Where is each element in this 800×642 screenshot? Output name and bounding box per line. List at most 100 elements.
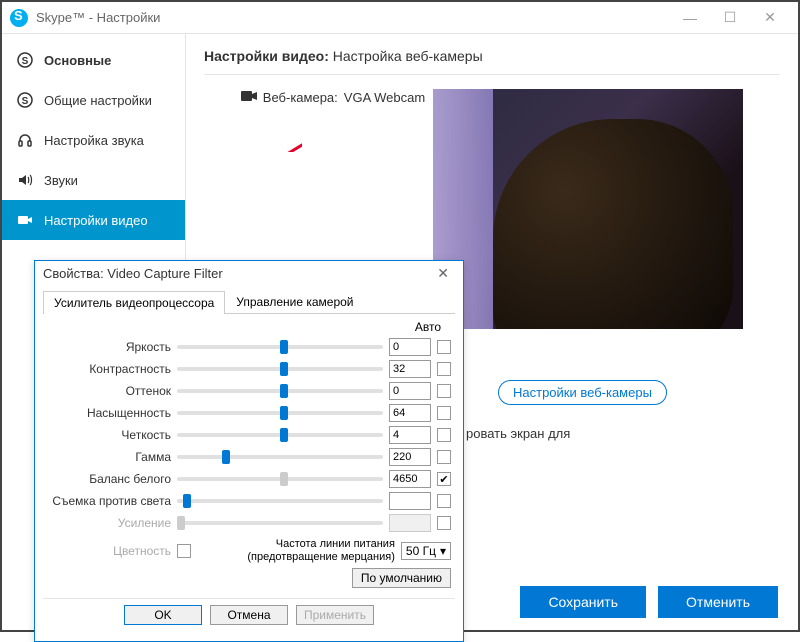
slider-thumb[interactable] bbox=[280, 406, 288, 420]
slider-track[interactable] bbox=[177, 477, 383, 481]
webcam-label: Веб-камера: VGA Webcam bbox=[241, 89, 425, 105]
slider-row: Яркость 0 bbox=[47, 336, 451, 358]
slider-value[interactable]: 220 bbox=[389, 448, 431, 466]
slider-thumb[interactable] bbox=[222, 450, 230, 464]
slider-track[interactable] bbox=[177, 499, 383, 503]
auto-checkbox[interactable] bbox=[437, 340, 451, 354]
slider-track bbox=[177, 521, 383, 525]
slider-value[interactable]: 32 bbox=[389, 360, 431, 378]
slider-value[interactable]: 4650 bbox=[389, 470, 431, 488]
slider-thumb bbox=[177, 516, 185, 530]
slider-label: Контрастность bbox=[47, 362, 171, 376]
sidebar-item-label: Звуки bbox=[44, 173, 78, 188]
dialog-close-button[interactable]: ✕ bbox=[431, 265, 455, 282]
sidebar-item-general[interactable]: S Общие настройки bbox=[2, 80, 185, 120]
auto-checkbox[interactable] bbox=[437, 450, 451, 464]
slider-thumb[interactable] bbox=[280, 362, 288, 376]
ok-button[interactable]: OK bbox=[124, 605, 202, 625]
skype-icon: S bbox=[16, 92, 34, 108]
slider-track[interactable] bbox=[177, 411, 383, 415]
speaker-icon bbox=[16, 172, 34, 188]
slider-value[interactable] bbox=[389, 492, 431, 510]
dialog-titlebar[interactable]: Свойства: Video Capture Filter ✕ bbox=[35, 261, 463, 286]
color-checkbox[interactable] bbox=[177, 544, 191, 558]
slider-label: Насыщенность bbox=[47, 406, 171, 420]
auto-checkbox[interactable] bbox=[437, 362, 451, 376]
slider-row: Баланс белого 4650 ✔ bbox=[47, 468, 451, 490]
auto-checkbox[interactable] bbox=[437, 428, 451, 442]
slider-thumb[interactable] bbox=[280, 472, 288, 486]
dialog-cancel-button[interactable]: Отмена bbox=[210, 605, 288, 625]
slider-row: Контрастность 32 bbox=[47, 358, 451, 380]
slider-track[interactable] bbox=[177, 389, 383, 393]
sidebar-item-audio[interactable]: Настройка звука bbox=[2, 120, 185, 160]
slider-thumb[interactable] bbox=[183, 494, 191, 508]
slider-label: Оттенок bbox=[47, 384, 171, 398]
slider-track[interactable] bbox=[177, 455, 383, 459]
skype-icon: S bbox=[16, 52, 34, 68]
auto-column-header: Авто bbox=[47, 320, 451, 334]
slider-track[interactable] bbox=[177, 367, 383, 371]
slider-value[interactable]: 0 bbox=[389, 382, 431, 400]
slider-row: Гамма 220 bbox=[47, 446, 451, 468]
content-header: Настройки видео: Настройка веб-камеры bbox=[204, 48, 780, 75]
close-button[interactable]: ✕ bbox=[750, 3, 790, 33]
svg-text:S: S bbox=[22, 96, 29, 107]
titlebar: Skype™ - Настройки — ☐ ✕ bbox=[2, 2, 798, 34]
dialog-tabs: Усилитель видеопроцессора Управление кам… bbox=[43, 290, 455, 314]
tab-camera-control[interactable]: Управление камерой bbox=[225, 290, 364, 313]
auto-checkbox[interactable] bbox=[437, 516, 451, 530]
camera-icon bbox=[16, 212, 34, 228]
chevron-down-icon: ▾ bbox=[440, 544, 446, 558]
camera-icon bbox=[241, 89, 257, 105]
slider-value[interactable]: 0 bbox=[389, 338, 431, 356]
powerline-freq-label: Частота линии питания (предотвращение ме… bbox=[247, 538, 395, 564]
webcam-preview bbox=[433, 89, 743, 329]
slider-row: Усиление bbox=[47, 512, 451, 534]
auto-checkbox[interactable]: ✔ bbox=[437, 472, 451, 486]
sidebar-header[interactable]: S Основные bbox=[2, 40, 185, 80]
headset-icon bbox=[16, 132, 34, 148]
sidebar-item-label: Общие настройки bbox=[44, 93, 152, 108]
slider-value[interactable]: 4 bbox=[389, 426, 431, 444]
skype-logo-icon bbox=[10, 9, 28, 27]
auto-checkbox[interactable] bbox=[437, 384, 451, 398]
slider-label: Четкость bbox=[47, 428, 171, 442]
svg-text:S: S bbox=[22, 56, 29, 67]
auto-checkbox[interactable] bbox=[437, 406, 451, 420]
defaults-button[interactable]: По умолчанию bbox=[352, 568, 451, 588]
slider-row: Четкость 4 bbox=[47, 424, 451, 446]
slider-label: Яркость bbox=[47, 340, 171, 354]
cancel-button[interactable]: Отменить bbox=[658, 586, 778, 618]
partial-text: ровать экран для bbox=[466, 426, 570, 441]
footer-buttons: Сохранить Отменить bbox=[520, 586, 778, 618]
auto-checkbox[interactable] bbox=[437, 494, 451, 508]
tab-video-amp[interactable]: Усилитель видеопроцессора bbox=[43, 291, 225, 314]
slider-thumb[interactable] bbox=[280, 428, 288, 442]
save-button[interactable]: Сохранить bbox=[520, 586, 646, 618]
slider-track[interactable] bbox=[177, 345, 383, 349]
slider-row: Оттенок 0 bbox=[47, 380, 451, 402]
window-title: Skype™ - Настройки bbox=[36, 10, 670, 25]
slider-label: Усиление bbox=[47, 516, 171, 530]
slider-track[interactable] bbox=[177, 433, 383, 437]
slider-value[interactable]: 64 bbox=[389, 404, 431, 422]
sidebar-item-video[interactable]: Настройки видео bbox=[2, 200, 185, 240]
slider-thumb[interactable] bbox=[280, 384, 288, 398]
sidebar-header-label: Основные bbox=[44, 53, 111, 68]
color-label: Цветность bbox=[47, 544, 171, 558]
slider-thumb[interactable] bbox=[280, 340, 288, 354]
slider-row: Съемка против света bbox=[47, 490, 451, 512]
slider-value[interactable] bbox=[389, 514, 431, 532]
sidebar-item-sounds[interactable]: Звуки bbox=[2, 160, 185, 200]
slider-label: Съемка против света bbox=[47, 494, 171, 508]
webcam-settings-button[interactable]: Настройки веб-камеры bbox=[498, 380, 667, 405]
apply-button[interactable]: Применить bbox=[296, 605, 374, 625]
dialog-title-text: Свойства: Video Capture Filter bbox=[43, 266, 431, 281]
slider-label: Гамма bbox=[47, 450, 171, 464]
powerline-freq-select[interactable]: 50 Гц▾ bbox=[401, 542, 451, 560]
maximize-button[interactable]: ☐ bbox=[710, 3, 750, 33]
sidebar-item-label: Настройка звука bbox=[44, 133, 144, 148]
slider-label: Баланс белого bbox=[47, 472, 171, 486]
minimize-button[interactable]: — bbox=[670, 3, 710, 33]
